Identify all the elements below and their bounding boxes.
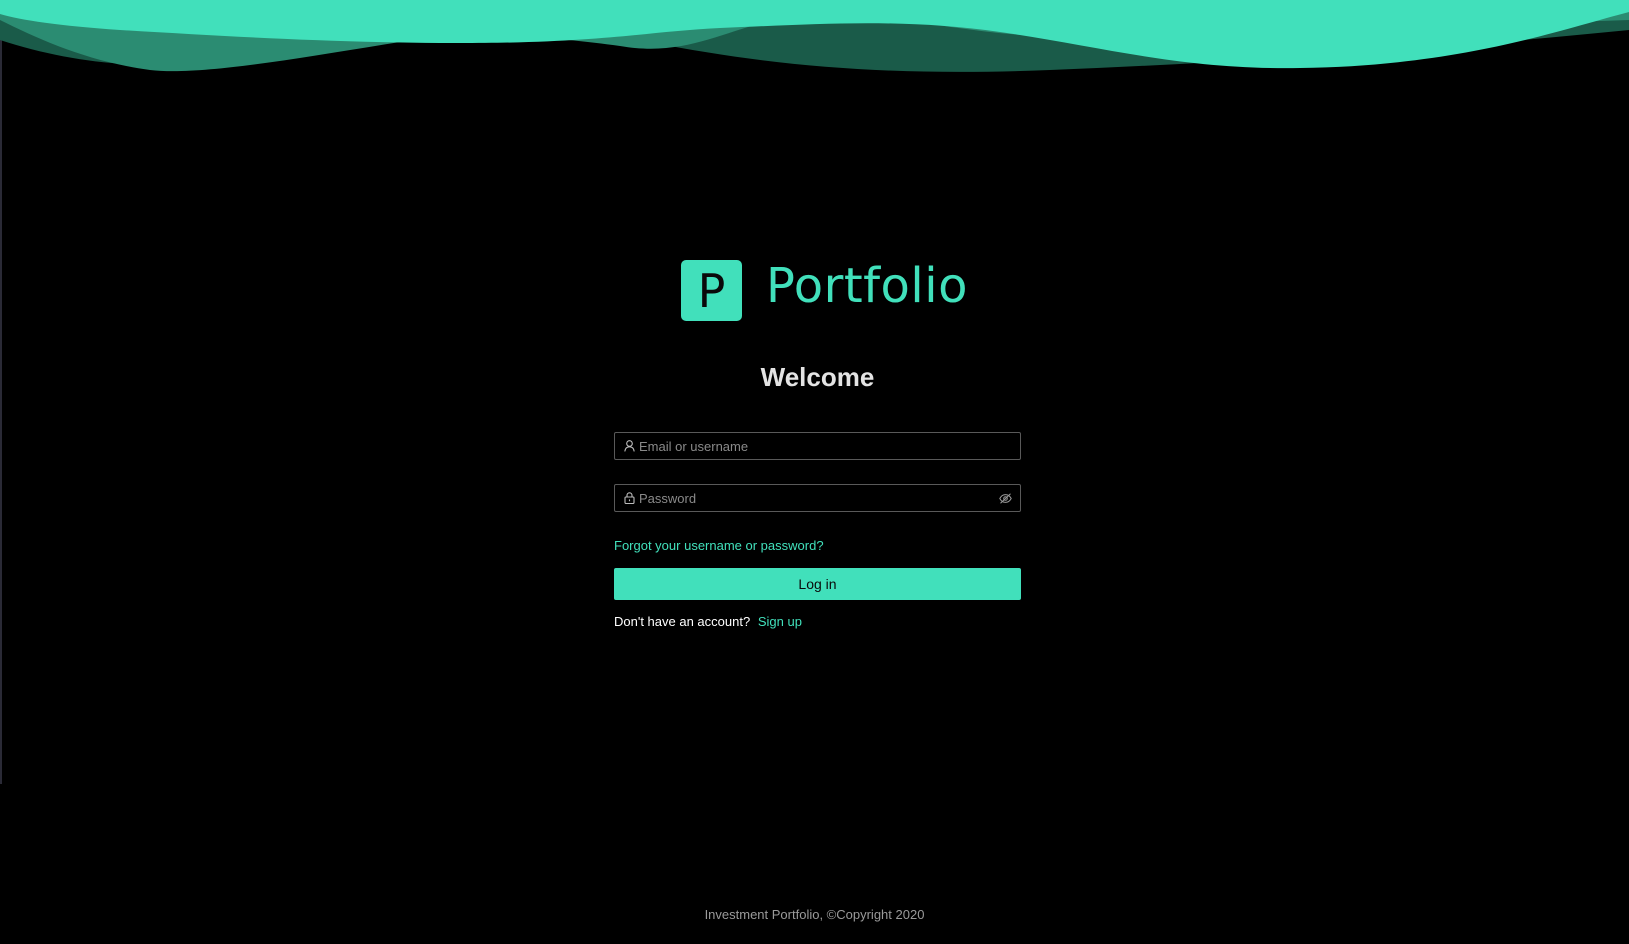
password-field[interactable] bbox=[614, 484, 1021, 512]
username-field[interactable] bbox=[614, 432, 1021, 460]
logo-icon: P bbox=[681, 259, 742, 321]
brand-header: P Portfolio bbox=[681, 259, 968, 321]
forgot-credentials-link[interactable]: Forgot your username or password? bbox=[614, 538, 824, 553]
user-icon bbox=[623, 440, 635, 452]
signup-row: Don't have an account? Sign up bbox=[614, 614, 802, 629]
header-waves bbox=[0, 0, 1629, 72]
username-input[interactable] bbox=[639, 434, 1020, 458]
login-page: P Portfolio Welcome Email or username Fo… bbox=[0, 0, 1629, 944]
password-input[interactable] bbox=[639, 486, 998, 510]
login-button[interactable]: Log in bbox=[614, 568, 1021, 600]
brand-name: Portfolio bbox=[766, 258, 968, 314]
footer-copyright: Investment Portfolio, ©Copyright 2020 bbox=[704, 907, 925, 922]
window-edge bbox=[0, 0, 2, 784]
welcome-heading: Welcome bbox=[760, 362, 875, 392]
signup-link[interactable]: Sign up bbox=[758, 614, 802, 629]
eye-off-icon[interactable] bbox=[998, 491, 1012, 505]
signup-prompt: Don't have an account? bbox=[614, 614, 751, 629]
lock-icon bbox=[623, 492, 635, 504]
